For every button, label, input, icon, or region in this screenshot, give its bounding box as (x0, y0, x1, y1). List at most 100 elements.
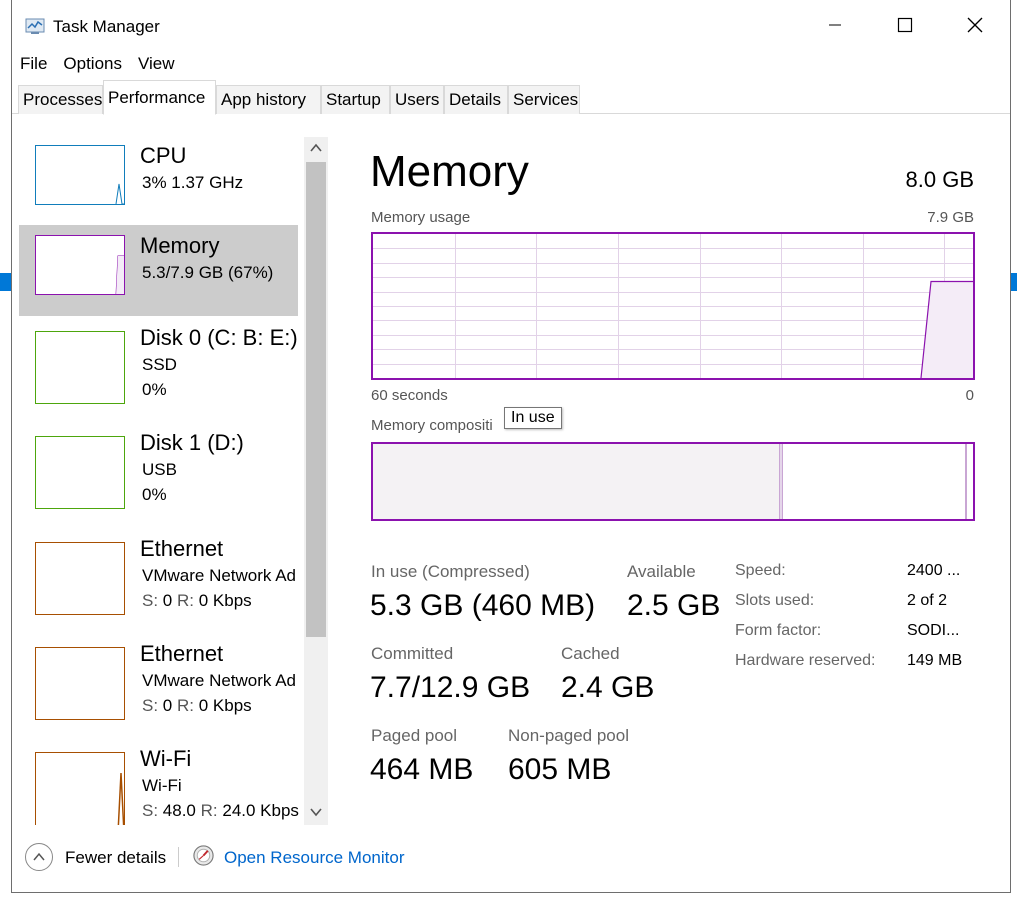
fewer-details-link[interactable]: Fewer details (65, 848, 166, 868)
sidebar-scrollbar[interactable] (304, 137, 328, 825)
sidebar-item-detail: 5.3/7.9 GB (67%) (142, 263, 274, 282)
tab-services[interactable]: Services (508, 85, 580, 114)
memory-usage-area (921, 281, 973, 378)
form-factor-value: SODI... (907, 622, 960, 639)
disk-1-thumbnail-graph (35, 436, 125, 509)
send-label: S: (142, 801, 159, 820)
ethernet-thumbnail-graph (35, 647, 125, 720)
page-title: Memory (370, 147, 529, 196)
non-paged-pool-label: Non-paged pool (508, 726, 629, 745)
non-paged-pool-value: 605 MB (508, 753, 612, 786)
sidebar-item-disk-0[interactable]: Disk 0 (C: B: E:) SSD 0% (19, 317, 298, 408)
maximize-button[interactable] (882, 7, 928, 43)
sidebar-item-title: Disk 0 (C: B: E:) (140, 325, 298, 350)
in-use-tooltip: In use (504, 407, 562, 429)
sidebar-item-ethernet[interactable]: Ethernet VMware Network Ad S: 0 R: 0 Kbp… (19, 633, 298, 724)
receive-value: 0 Kbps (198, 696, 252, 715)
close-icon (967, 17, 983, 33)
tab-bar: Processes Performance App history Startu… (12, 76, 1010, 115)
send-label: S: (142, 591, 159, 610)
memory-detail-panel: Memory 8.0 GB Memory usage 7.9 GB 60 sec… (330, 115, 1010, 825)
committed-label: Committed (371, 644, 454, 663)
composition-standby-segment[interactable] (965, 444, 967, 519)
fewer-details-button[interactable] (25, 843, 53, 871)
memory-composition-bar[interactable] (371, 442, 975, 521)
scrollbar-thumb[interactable] (306, 162, 326, 637)
sidebar-item-memory[interactable]: Memory 5.3/7.9 GB (67%) (19, 225, 298, 316)
sidebar-item-disk-1[interactable]: Disk 1 (D:) USB 0% (19, 422, 298, 513)
tab-users[interactable]: Users (390, 85, 444, 114)
receive-label: R: (177, 591, 194, 610)
graph-zero-label: 0 (965, 387, 974, 404)
cached-value: 2.4 GB (561, 671, 655, 704)
slots-used-value: 2 of 2 (907, 592, 948, 609)
memory-usage-chart (373, 234, 973, 379)
close-button[interactable] (952, 7, 998, 43)
menu-options[interactable]: Options (55, 52, 130, 76)
sidebar-item-detail: 0% (142, 380, 167, 399)
resource-monitor-icon (193, 845, 214, 866)
tab-details[interactable]: Details (444, 85, 508, 114)
sidebar-item-wifi[interactable]: Wi-Fi Wi-Fi S: 48.0 R: 24.0 Kbps (19, 738, 299, 825)
sidebar-item-detail: 0% (142, 485, 167, 504)
sidebar-item-throughput: S: 0 R: 0 Kbps (142, 591, 252, 611)
menu-view[interactable]: View (130, 52, 183, 76)
cpu-thumbnail-graph (35, 145, 125, 205)
open-resource-monitor-link[interactable]: Open Resource Monitor (224, 848, 404, 868)
sidebar-item-detail: SSD (142, 355, 177, 374)
sidebar-item-throughput: S: 0 R: 0 Kbps (142, 696, 252, 716)
tab-app-history[interactable]: App history (216, 85, 321, 114)
sidebar-item-title: Wi-Fi (140, 746, 192, 771)
paged-pool-value: 464 MB (370, 753, 474, 786)
wifi-thumbnail-graph (35, 752, 125, 825)
chevron-up-icon (33, 852, 45, 861)
tab-startup[interactable]: Startup (321, 85, 390, 114)
hardware-reserved-label: Hardware reserved: (735, 652, 876, 669)
memory-usage-label: Memory usage (371, 209, 471, 226)
committed-value: 7.7/12.9 GB (370, 671, 531, 704)
composition-modified-segment[interactable] (780, 444, 783, 519)
ethernet-thumbnail-graph (35, 542, 125, 615)
memory-usage-graph (371, 232, 975, 380)
receive-label: R: (177, 696, 194, 715)
memory-total: 8.0 GB (905, 167, 974, 192)
task-manager-icon (25, 18, 45, 34)
sidebar-item-title: Ethernet (140, 641, 224, 666)
chevron-up-icon[interactable] (309, 141, 323, 155)
sidebar-item-detail: VMware Network Ad (142, 671, 296, 690)
sidebar-item-title: Disk 1 (D:) (140, 430, 244, 455)
disk-0-thumbnail-graph (35, 331, 125, 404)
sidebar-item-detail: USB (142, 460, 177, 479)
tab-performance[interactable]: Performance (103, 80, 216, 115)
minimize-icon (829, 24, 841, 26)
sidebar-item-detail: 3% 1.37 GHz (142, 173, 244, 192)
available-value: 2.5 GB (627, 589, 721, 622)
sidebar-item-detail: Wi-Fi (142, 776, 182, 795)
speed-label: Speed: (735, 562, 786, 579)
composition-in-use-segment[interactable] (373, 444, 780, 519)
footer-bar: Fewer details Open Resource Monitor (12, 825, 1010, 892)
sidebar-item-title: CPU (140, 143, 187, 168)
sidebar-item-cpu[interactable]: CPU 3% 1.37 GHz (19, 135, 298, 226)
menu-file[interactable]: File (12, 52, 55, 76)
receive-value: 0 Kbps (198, 591, 252, 610)
title-bar: Task Manager (12, 0, 1010, 50)
in-use-label: In use (Compressed) (371, 562, 530, 581)
slots-used-label: Slots used: (735, 592, 815, 609)
receive-value: 24.0 Kbps (222, 801, 299, 820)
menu-bar: File Options View (12, 52, 183, 76)
chevron-down-icon[interactable] (309, 805, 323, 819)
minimize-button[interactable] (812, 7, 858, 43)
task-manager-window: Task Manager File Options View Processes… (11, 0, 1011, 893)
hardware-reserved-value: 149 MB (907, 652, 963, 669)
available-label: Available (627, 562, 696, 581)
speed-value: 2400 ... (907, 562, 961, 579)
tab-processes[interactable]: Processes (18, 85, 103, 114)
sidebar-item-title: Ethernet (140, 536, 224, 561)
send-label: S: (142, 696, 159, 715)
graph-time-axis-label: 60 seconds (371, 387, 448, 404)
send-value: 0 (162, 591, 173, 610)
sidebar-item-ethernet[interactable]: Ethernet VMware Network Ad S: 0 R: 0 Kbp… (19, 528, 298, 619)
cached-label: Cached (561, 644, 620, 663)
memory-composition-label: Memory compositi (371, 417, 493, 434)
